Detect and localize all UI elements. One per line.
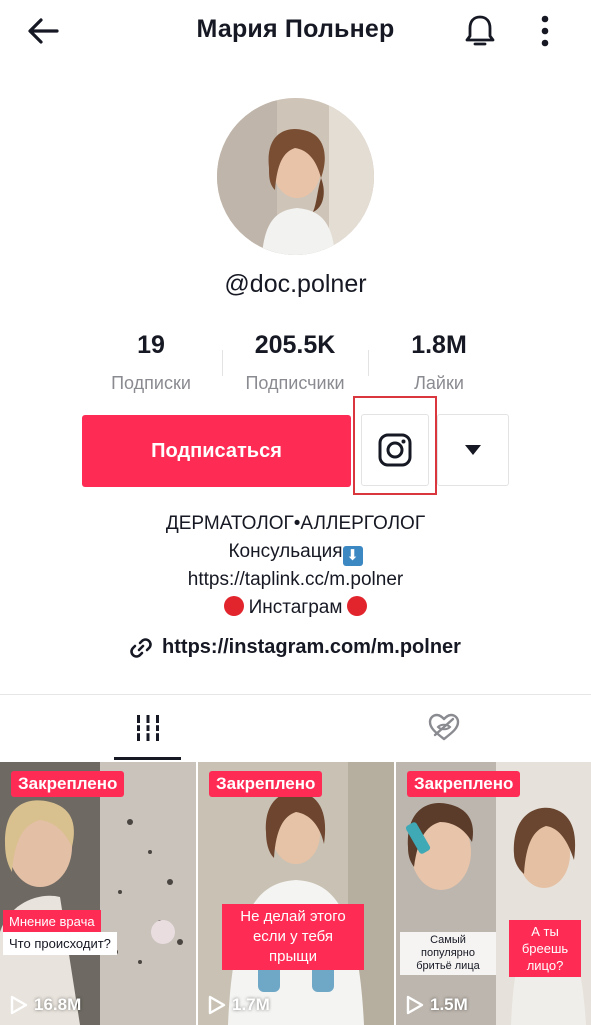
pinned-badge: Закреплено (11, 771, 125, 797)
avatar[interactable] (217, 98, 374, 255)
username: @doc.polner (224, 270, 367, 298)
link-icon (130, 637, 152, 659)
bio: ДЕРМАТОЛОГ•АЛЛЕРГОЛОГ Консульация ⬇ https… (0, 510, 591, 622)
caret-down-icon (465, 445, 481, 455)
grid-icon (134, 715, 161, 741)
stat-likes[interactable]: 1.8M Лайки (395, 330, 483, 394)
video-caption: Самый популярно бритьё лица (400, 932, 496, 975)
instagram-button[interactable] (361, 414, 429, 486)
heart-hidden-icon (428, 713, 459, 741)
view-count-value: 1.5M (430, 995, 468, 1014)
stat-label: Подписки (111, 373, 191, 393)
more-vertical-icon (541, 15, 549, 47)
follow-button[interactable]: Подписаться (82, 415, 351, 487)
down-arrow-emoji-icon: ⬇ (342, 546, 363, 566)
video-thumbnail[interactable]: Закреплено Самый популярно бритьё лица А… (396, 762, 591, 1025)
video-caption: Не делай этого если у тебя прыщи (222, 904, 364, 970)
thumbnail-image (0, 762, 196, 1025)
more-options-button[interactable] (528, 10, 562, 52)
view-count-value: 16.8M (34, 995, 82, 1014)
thumbnail-image (396, 762, 591, 1025)
instagram-icon (378, 433, 412, 467)
red-circle-emoji-icon (347, 596, 368, 616)
view-count: 16.8M (10, 995, 81, 1015)
avatar-photo (217, 98, 374, 255)
view-count-value: 1.7M (232, 995, 270, 1014)
notifications-button[interactable] (458, 10, 502, 52)
bio-text: Консульация (228, 541, 343, 562)
thumbnail-image (198, 762, 394, 1025)
video-thumbnail[interactable]: Закреплено Не делай этого если у тебя пр… (198, 762, 394, 1025)
view-count: 1.5M (406, 995, 468, 1015)
stat-label: Лайки (414, 373, 464, 393)
view-count: 1.7M (208, 995, 270, 1015)
tab-videos[interactable] (114, 696, 181, 760)
play-icon (10, 995, 28, 1015)
suggested-accounts-button[interactable] (437, 414, 509, 486)
play-icon (406, 995, 424, 1015)
profile-link[interactable]: https://instagram.com/m.polner (0, 636, 591, 659)
divider (0, 694, 591, 695)
bio-line: Консульация ⬇ (0, 538, 591, 566)
stat-value: 205.5K (254, 331, 336, 359)
video-caption: Что происходит? (3, 932, 117, 955)
video-thumbnail[interactable]: Закреплено Мнение врача Что происходит? … (0, 762, 196, 1025)
stat-followers[interactable]: 205.5K Подписчики (231, 330, 359, 394)
stat-value: 19 (137, 331, 165, 359)
link-url: https://instagram.com/m.polner (162, 636, 461, 658)
video-caption: А ты бреешь лицо? (509, 920, 581, 977)
stat-following[interactable]: 19 Подписки (100, 330, 202, 394)
page-title: Мария Польнер (196, 15, 395, 43)
top-bar: Мария Польнер (0, 0, 591, 62)
play-icon (208, 995, 226, 1015)
stat-label: Подписчики (245, 373, 345, 393)
divider (222, 350, 223, 376)
video-grid: Закреплено Мнение врача Что происходит? … (0, 762, 591, 1025)
active-tab-indicator (114, 757, 181, 760)
pinned-badge: Закреплено (209, 771, 323, 797)
video-caption: Мнение врача (3, 910, 101, 933)
bio-line: ДЕРМАТОЛОГ•АЛЛЕРГОЛОГ (165, 513, 426, 534)
bio-text: Инстаграм (248, 597, 343, 618)
tab-liked[interactable] (410, 696, 477, 760)
bio-line: https://taplink.cc/m.polner (187, 569, 404, 590)
stat-value: 1.8M (411, 331, 467, 359)
bell-icon (465, 15, 495, 46)
pinned-badge: Закреплено (407, 771, 521, 797)
divider (368, 350, 369, 376)
red-circle-emoji-icon (223, 596, 244, 616)
bio-line: Инстаграм (0, 594, 591, 622)
